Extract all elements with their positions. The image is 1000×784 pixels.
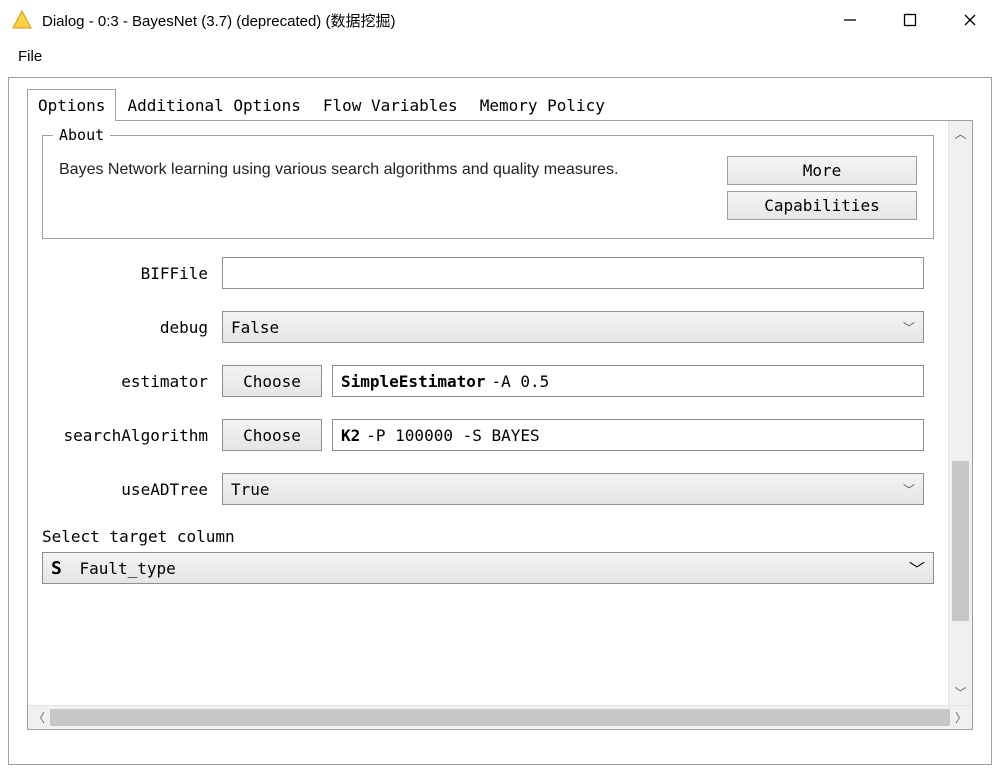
vertical-scrollbar[interactable]: ︿ ﹀ xyxy=(948,121,972,705)
app-icon xyxy=(12,10,32,30)
tab-label: Memory Policy xyxy=(480,96,605,115)
row-estimator: estimator Choose SimpleEstimator -A 0.5 xyxy=(52,365,924,397)
chevron-down-icon: ﹀ xyxy=(903,319,915,336)
horizontal-scroll-thumb[interactable] xyxy=(50,709,950,726)
estimator-choose-button[interactable]: Choose xyxy=(222,365,322,397)
horizontal-scroll-track[interactable] xyxy=(50,706,950,729)
window-title: Dialog - 0:3 - BayesNet (3.7) (deprecate… xyxy=(42,10,820,31)
target-column-value: Fault_type xyxy=(79,559,175,578)
maximize-button[interactable] xyxy=(880,0,940,40)
biffile-label: BIFFile xyxy=(52,264,222,283)
target-section: Select target column S Fault_type ﹀ xyxy=(42,527,934,584)
searchalgorithm-label: searchAlgorithm xyxy=(52,426,222,445)
useadtree-value: True xyxy=(231,480,270,499)
useadtree-select[interactable]: True ﹀ xyxy=(222,473,924,505)
biffile-input[interactable] xyxy=(222,257,924,289)
scroll-left-icon: 〈 xyxy=(28,709,50,726)
row-debug: debug False ﹀ xyxy=(52,311,924,343)
estimator-args: -A 0.5 xyxy=(492,372,550,391)
tab-options[interactable]: Options xyxy=(27,89,116,121)
estimator-label: estimator xyxy=(52,372,222,391)
chevron-down-icon: ﹀ xyxy=(903,481,915,498)
tab-label: Additional Options xyxy=(127,96,300,115)
string-type-icon: S xyxy=(51,558,62,579)
row-searchalgorithm: searchAlgorithm Choose K2 -P 100000 -S B… xyxy=(52,419,924,451)
tab-additional-options[interactable]: Additional Options xyxy=(116,89,311,121)
more-button[interactable]: More xyxy=(727,156,917,185)
titlebar: Dialog - 0:3 - BayesNet (3.7) (deprecate… xyxy=(0,0,1000,40)
tab-flow-variables[interactable]: Flow Variables xyxy=(312,89,469,121)
scroll-up-icon: ︿ xyxy=(949,125,972,142)
dialog-client-frame: Options Additional Options Flow Variable… xyxy=(8,77,992,765)
close-button[interactable] xyxy=(940,0,1000,40)
menu-file[interactable]: File xyxy=(14,46,46,67)
button-label: More xyxy=(803,161,842,180)
horizontal-scrollbar[interactable]: 〈 〉 xyxy=(28,705,972,729)
searchalgorithm-classname: K2 xyxy=(341,426,360,445)
target-column-label: Select target column xyxy=(42,527,934,546)
tab-label: Flow Variables xyxy=(323,96,458,115)
scroll-down-icon: ﹀ xyxy=(949,684,972,701)
tabstrip: Options Additional Options Flow Variable… xyxy=(9,88,991,120)
searchalgorithm-choose-button[interactable]: Choose xyxy=(222,419,322,451)
tab-panel: About Bayes Network learning using vario… xyxy=(27,120,973,730)
searchalgorithm-args: -P 100000 -S BAYES xyxy=(366,426,539,445)
window-controls xyxy=(820,0,1000,40)
button-label: Choose xyxy=(243,426,301,445)
target-column-select[interactable]: S Fault_type ﹀ xyxy=(42,552,934,584)
row-useadtree: useADTree True ﹀ xyxy=(52,473,924,505)
estimator-classname: SimpleEstimator xyxy=(341,372,486,391)
debug-value: False xyxy=(231,318,279,337)
debug-select[interactable]: False ﹀ xyxy=(222,311,924,343)
vertical-scroll-thumb[interactable] xyxy=(952,461,969,621)
tab-options-content: About Bayes Network learning using vario… xyxy=(28,121,948,705)
button-label: Capabilities xyxy=(764,196,880,215)
estimator-editor[interactable]: SimpleEstimator -A 0.5 xyxy=(332,365,924,397)
options-table: BIFFile debug False ﹀ estimator Choo xyxy=(42,257,934,505)
about-groupbox: About Bayes Network learning using vario… xyxy=(42,135,934,239)
row-biffile: BIFFile xyxy=(52,257,924,289)
about-description: Bayes Network learning using various sea… xyxy=(59,156,707,182)
searchalgorithm-editor[interactable]: K2 -P 100000 -S BAYES xyxy=(332,419,924,451)
menubar: File xyxy=(0,40,1000,77)
about-legend: About xyxy=(53,126,110,144)
useadtree-label: useADTree xyxy=(52,480,222,499)
tab-label: Options xyxy=(38,96,105,115)
tab-memory-policy[interactable]: Memory Policy xyxy=(469,89,616,121)
debug-label: debug xyxy=(52,318,222,337)
capabilities-button[interactable]: Capabilities xyxy=(727,191,917,220)
chevron-down-icon: ﹀ xyxy=(909,556,925,580)
tab-scroll-area: About Bayes Network learning using vario… xyxy=(28,121,972,705)
scroll-right-icon: 〉 xyxy=(950,709,972,726)
button-label: Choose xyxy=(243,372,301,391)
minimize-button[interactable] xyxy=(820,0,880,40)
